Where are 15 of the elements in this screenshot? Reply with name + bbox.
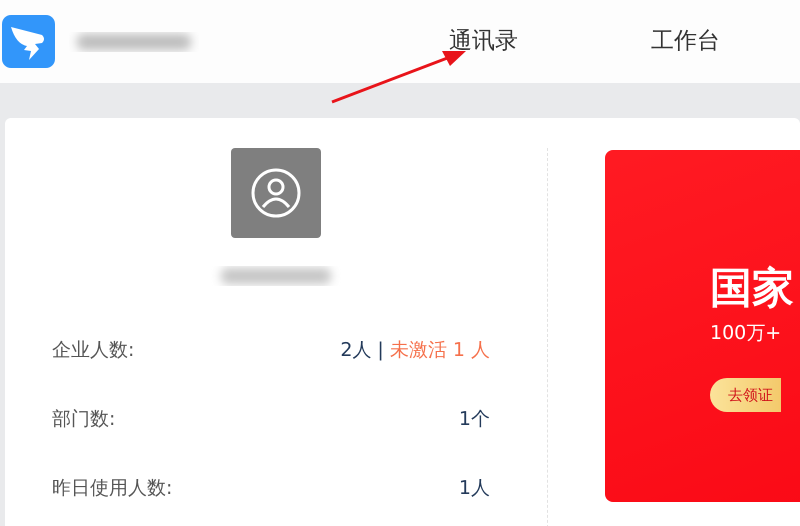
stat-label: 部门数: bbox=[52, 407, 116, 432]
banner-headline: 国家 bbox=[710, 265, 795, 312]
claim-button[interactable]: 去领证 bbox=[710, 378, 781, 412]
nav-link[interactable]: 工作台 bbox=[651, 30, 720, 53]
stat-label: 企业人数: bbox=[52, 338, 134, 364]
stat-label: 昨日使用人数: bbox=[52, 476, 172, 502]
separator: | bbox=[377, 338, 384, 364]
stat-value: 1人 bbox=[458, 476, 490, 502]
promo-banner[interactable]: 国家 100万+ 去领证 bbox=[605, 150, 800, 502]
banner-subtitle: 100万+ bbox=[710, 321, 782, 346]
user-icon bbox=[250, 167, 302, 219]
nav-link[interactable]: 通讯录 bbox=[449, 30, 518, 53]
stat-value: 2人 bbox=[340, 338, 372, 364]
inactive-count: 未激活 1 人 bbox=[390, 338, 490, 364]
stat-value: 1个 bbox=[458, 407, 490, 432]
